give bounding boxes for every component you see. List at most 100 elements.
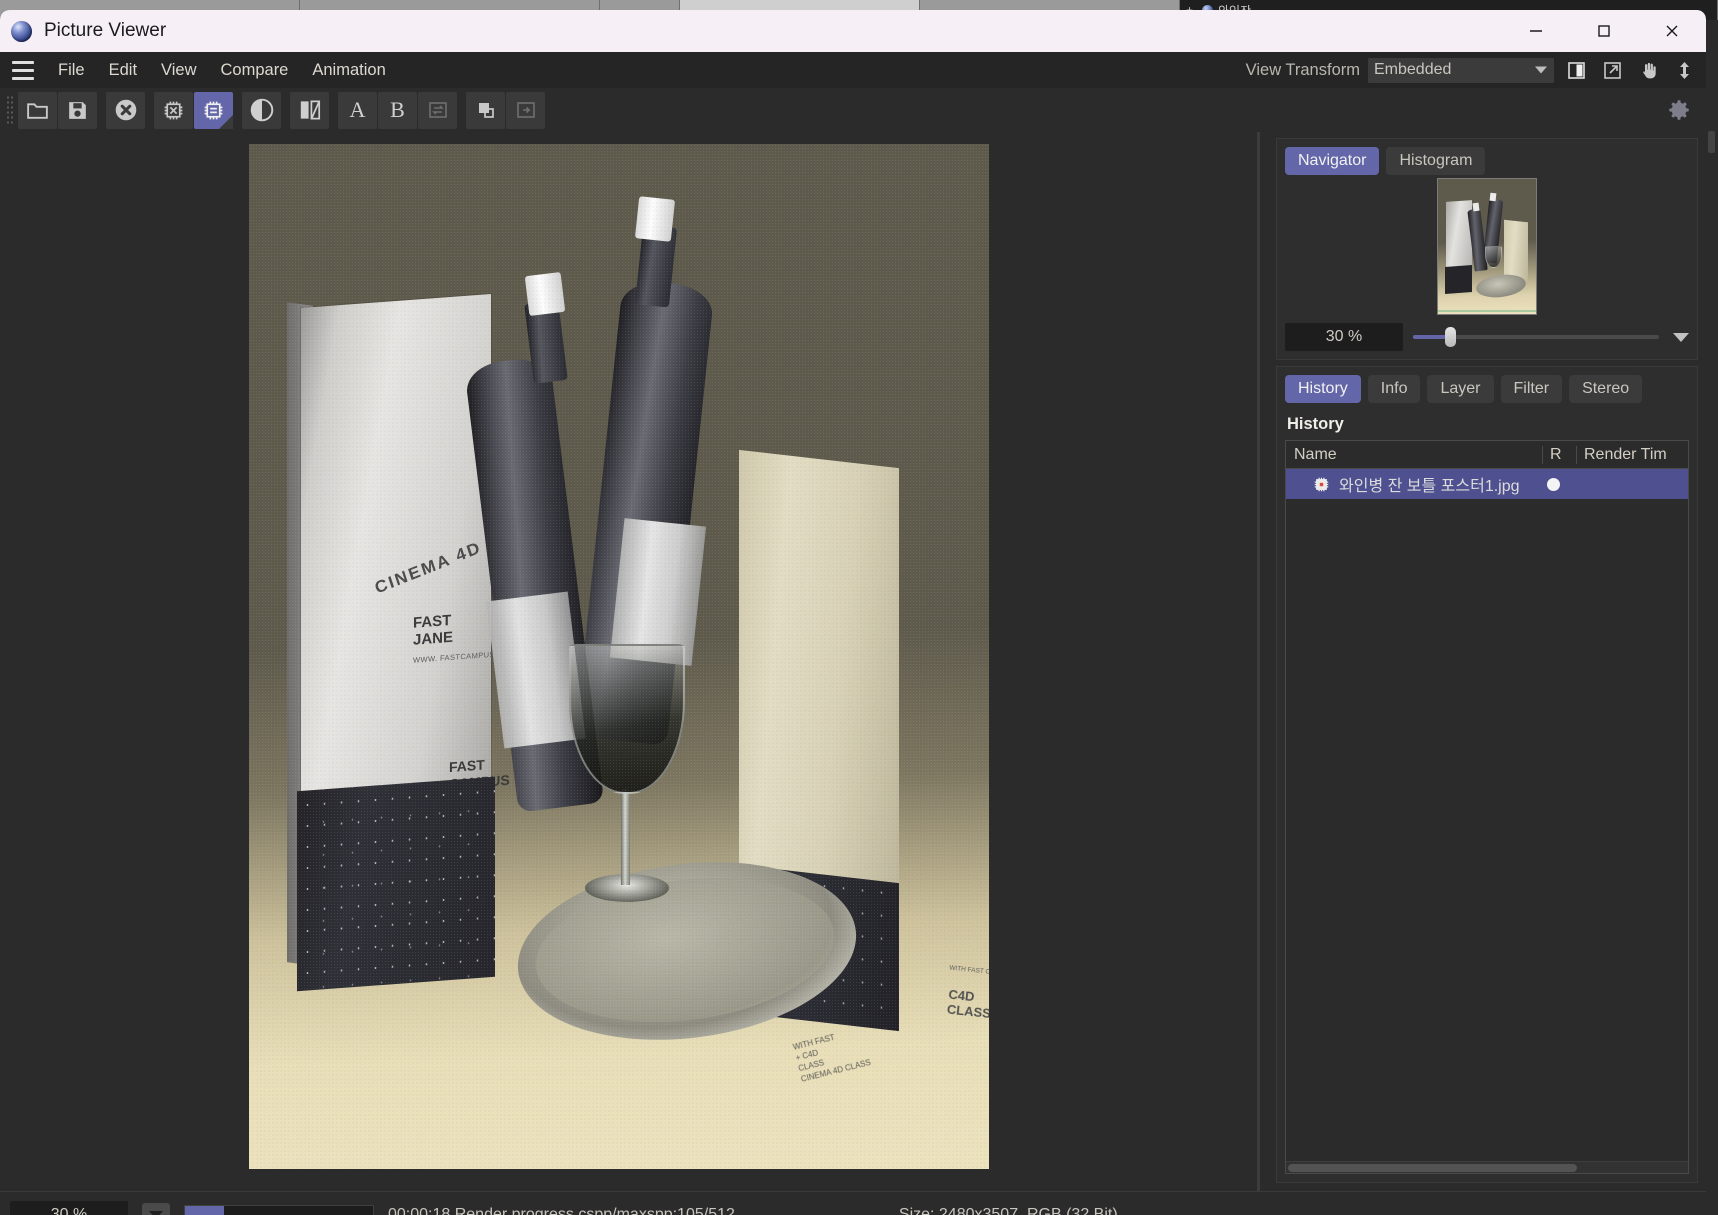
toolbar-group-chips <box>154 91 233 129</box>
minimize-button[interactable] <box>1502 10 1570 52</box>
zoom-preset-dropdown[interactable] <box>142 1202 170 1215</box>
maximize-button[interactable] <box>1570 10 1638 52</box>
save-disk-icon[interactable] <box>58 91 97 129</box>
wine-glass-stem <box>621 789 630 885</box>
close-button[interactable] <box>1638 10 1706 52</box>
window-controls <box>1502 10 1706 52</box>
history-row-name-cell: 와인병 잔 보틀 포스터1.jpg <box>1286 472 1542 496</box>
split-view-icon[interactable] <box>1562 57 1590 83</box>
menu-item-compare[interactable]: Compare <box>209 57 301 84</box>
column-header-render-time[interactable]: Render Tim <box>1576 445 1688 464</box>
inspector-tabs: History Info Layer Filter Stereo <box>1285 375 1689 403</box>
menu-item-animation[interactable]: Animation <box>300 57 397 84</box>
history-list-empty-space[interactable] <box>1286 499 1688 1161</box>
column-header-r[interactable]: R <box>1542 445 1576 464</box>
thumb-bottle-front-cap <box>1472 202 1480 211</box>
cinema4d-orb-icon <box>11 20 32 42</box>
image-canvas[interactable]: CINEMA 4D CLASS FAST JANE CAMPUS KIM WWW… <box>0 132 1250 1191</box>
open-external-icon[interactable] <box>1598 57 1626 83</box>
title-bar: Picture Viewer <box>0 10 1706 52</box>
toolbar-group-stop <box>106 91 145 129</box>
toolbar-group-layers <box>466 91 545 129</box>
history-section-title: History <box>1287 415 1344 433</box>
render-progress-bar <box>184 1204 374 1215</box>
history-list-header: Name R Render Tim <box>1286 441 1688 469</box>
chip-x-icon[interactable] <box>154 91 193 129</box>
rail-drag-handle[interactable] <box>1707 131 1715 153</box>
swap-ab-icon[interactable] <box>418 91 457 129</box>
export-arrow-icon[interactable] <box>506 91 545 129</box>
vertical-resize-icon[interactable] <box>1670 57 1698 83</box>
toolbar-group-contrast <box>242 91 281 129</box>
stop-render-icon[interactable] <box>106 91 145 129</box>
duplicate-layers-icon[interactable] <box>466 91 505 129</box>
table-row[interactable]: 와인병 잔 보틀 포스터1.jpg <box>1286 469 1688 499</box>
history-row-filename: 와인병 잔 보틀 포스터1.jpg <box>1339 478 1520 495</box>
status-bar: 30 % 00:00:18 Render progress cspp/maxsp… <box>0 1191 1706 1215</box>
render-thumbnail[interactable] <box>1437 177 1537 315</box>
navigator-thumbnail-area[interactable] <box>1285 175 1689 317</box>
letter-a-icon[interactable]: A <box>338 91 377 129</box>
chevron-down-icon <box>1535 66 1547 74</box>
render-status-dot-icon <box>1547 477 1560 491</box>
toolbar-group-file <box>18 91 97 129</box>
poster-fast-jane: FAST JANE <box>413 611 454 649</box>
flip-compare-icon[interactable] <box>290 91 329 129</box>
column-header-name[interactable]: Name <box>1286 446 1542 464</box>
toolbar: A B <box>0 88 1706 132</box>
thumb-tray <box>1474 271 1528 300</box>
tab-navigator[interactable]: Navigator <box>1285 147 1380 175</box>
right-edge-rail[interactable] <box>1704 125 1718 1169</box>
left-box-base <box>297 776 495 992</box>
status-zoom-field[interactable]: 30 % <box>10 1200 128 1215</box>
render-settings-gear-icon[interactable] <box>1659 92 1698 129</box>
render-chip-icon <box>1312 475 1331 494</box>
toolbar-group-flip <box>290 91 329 129</box>
menu-item-file[interactable]: File <box>46 57 97 84</box>
history-horizontal-scrollbar[interactable] <box>1286 1161 1688 1173</box>
contrast-circle-icon[interactable] <box>242 91 281 129</box>
hand-pan-icon[interactable] <box>1634 57 1662 83</box>
thumb-progress-line <box>1438 309 1536 312</box>
tab-histogram[interactable]: Histogram <box>1386 147 1486 175</box>
navigator-tabs: Navigator Histogram <box>1285 147 1689 175</box>
menu-item-view[interactable]: View <box>149 57 208 84</box>
navigator-zoom-row: 30 % <box>1285 323 1689 351</box>
menu-item-edit[interactable]: Edit <box>97 57 149 84</box>
thumb-bottle-back-cap <box>1489 192 1497 201</box>
tab-layer[interactable]: Layer <box>1427 375 1494 403</box>
render-backdrop: CINEMA 4D CLASS FAST JANE CAMPUS KIM WWW… <box>249 144 989 1169</box>
image-size-text: Size: 2480x3507, RGB (32 Bit) <box>898 1205 1118 1215</box>
main-body: CINEMA 4D CLASS FAST JANE CAMPUS KIM WWW… <box>0 132 1706 1191</box>
view-transform-select[interactable]: Embedded <box>1368 57 1554 83</box>
view-transform-value: Embedded <box>1374 61 1452 78</box>
history-list[interactable]: Name R Render Tim 와인병 잔 보틀 포스터1.jpg <box>1285 440 1689 1174</box>
slider-knob[interactable] <box>1444 327 1456 347</box>
slider-fill <box>1413 335 1448 339</box>
left-package-box: CINEMA 4D CLASS FAST JANE CAMPUS KIM WWW… <box>301 294 562 808</box>
thumb-right-box <box>1504 219 1528 282</box>
tab-history[interactable]: History <box>1285 375 1361 403</box>
navigator-zoom-slider[interactable] <box>1413 323 1659 351</box>
window-title: Picture Viewer <box>44 20 167 41</box>
history-row-r-cell <box>1542 477 1576 491</box>
wine-bottle-back-cap <box>634 196 676 242</box>
view-transform-label: View Transform <box>1245 60 1360 79</box>
rendered-image[interactable]: CINEMA 4D CLASS FAST JANE CAMPUS KIM WWW… <box>249 144 989 1169</box>
picture-viewer-window: Picture Viewer File Edit View Compare An… <box>0 10 1706 1215</box>
thumb-glass <box>1485 245 1502 268</box>
navigator-zoom-field[interactable]: 30 % <box>1285 323 1403 351</box>
chevron-down-icon[interactable] <box>1673 332 1689 342</box>
tab-stereo[interactable]: Stereo <box>1569 375 1643 403</box>
tab-filter[interactable]: Filter <box>1500 375 1563 403</box>
open-folder-icon[interactable] <box>18 91 57 129</box>
navigator-panel: Navigator Histogram 30 % <box>1276 138 1698 360</box>
tab-info[interactable]: Info <box>1367 375 1421 403</box>
toolbar-drag-handle[interactable] <box>6 95 13 125</box>
bottle-label-text: C4D CLASS <box>946 986 989 1022</box>
hamburger-icon[interactable] <box>8 58 38 82</box>
chip-lines-icon[interactable] <box>194 91 233 129</box>
dock-splitter[interactable] <box>1250 132 1268 1191</box>
letter-b-icon[interactable]: B <box>378 91 417 129</box>
menu-bar: File Edit View Compare Animation View Tr… <box>0 52 1706 88</box>
